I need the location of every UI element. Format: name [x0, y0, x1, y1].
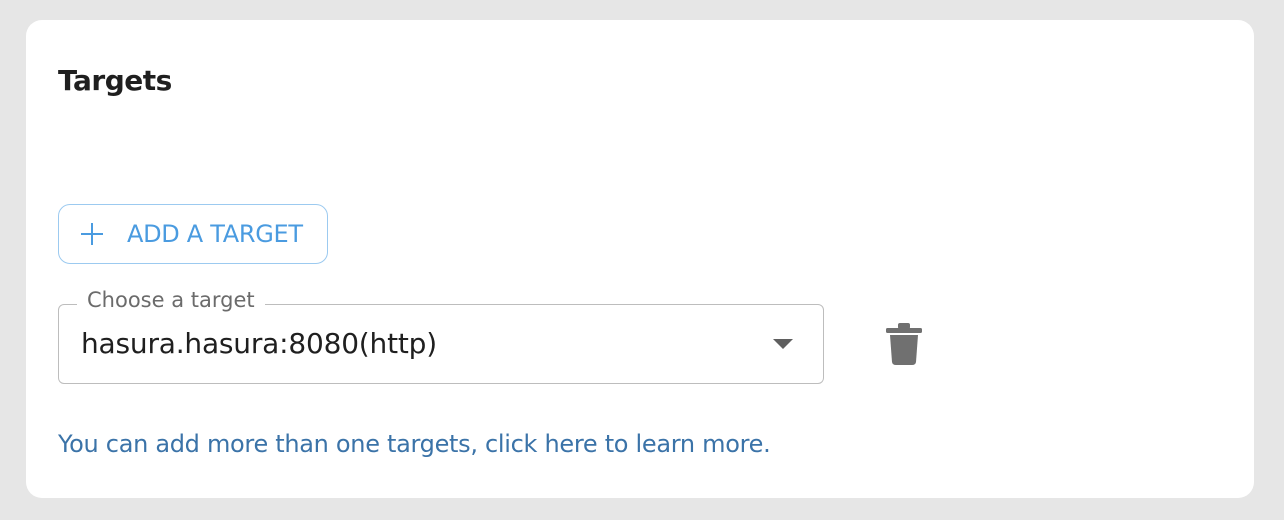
target-select[interactable]: Choose a target hasura.hasura:8080(http): [58, 288, 824, 384]
target-select-value: hasura.hasura:8080(http): [81, 327, 437, 360]
card-title: Targets: [58, 64, 172, 97]
target-select-label: Choose a target: [77, 288, 265, 312]
learn-more-link[interactable]: You can add more than one targets, click…: [58, 430, 771, 458]
add-target-label: ADD A TARGET: [127, 220, 303, 248]
add-target-button[interactable]: ADD A TARGET: [58, 204, 328, 264]
plus-icon: [81, 223, 103, 245]
chevron-down-icon: [773, 339, 793, 349]
trash-icon[interactable]: [884, 322, 924, 366]
targets-card: Targets ADD A TARGET Choose a target has…: [26, 20, 1254, 498]
